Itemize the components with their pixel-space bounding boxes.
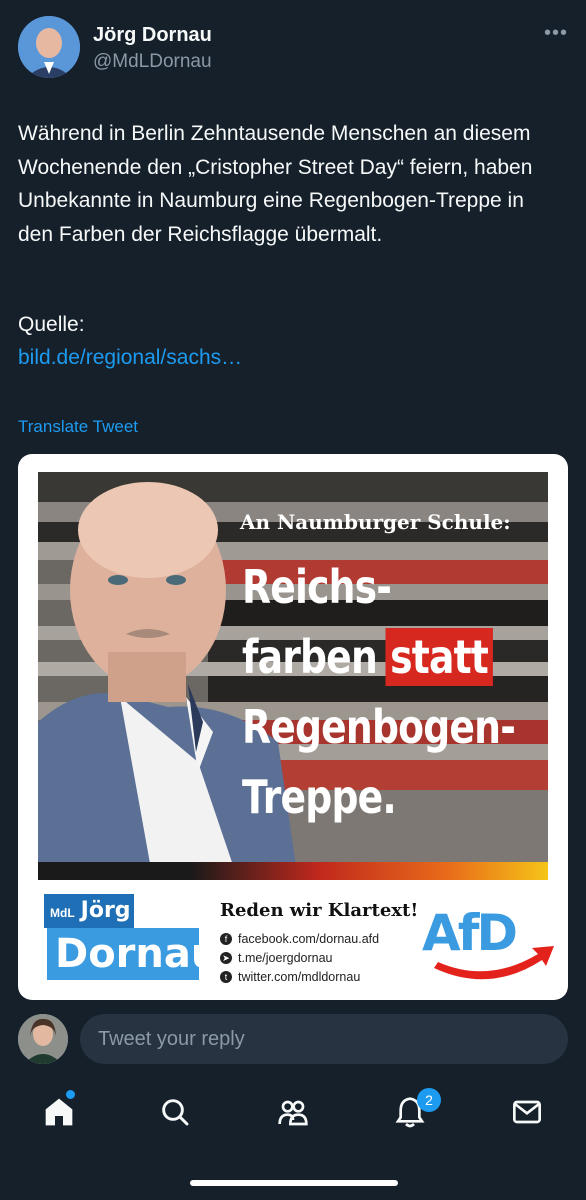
media-headline-statt: statt — [385, 628, 493, 686]
article-link[interactable]: bild.de/regional/sachs… — [18, 346, 242, 370]
mdl-text: MdL — [50, 906, 75, 920]
search-icon[interactable] — [157, 1094, 193, 1130]
first-name-text: Jörg — [80, 898, 131, 923]
claim-text: Reden wir Klartext! — [220, 900, 419, 921]
author-name[interactable]: Jörg Dornau — [93, 24, 212, 47]
communities-icon[interactable] — [275, 1094, 311, 1130]
source-label: Quelle: — [18, 313, 85, 336]
author-avatar[interactable] — [18, 16, 80, 78]
reply-input[interactable] — [80, 1014, 568, 1064]
author-handle[interactable]: @MdLDornau — [93, 51, 212, 73]
messages-icon[interactable] — [509, 1094, 545, 1130]
social-row-twitter: t twitter.com/mdldornau — [220, 968, 379, 986]
last-name-text: Dornau — [47, 928, 219, 980]
media-headline-line-4: Treppe. — [242, 770, 397, 824]
tweet-text: Während in Berlin Zehntausende Menschen … — [18, 122, 539, 246]
translate-tweet-link[interactable]: Translate Tweet — [18, 417, 138, 437]
home-indicator-bar[interactable] — [190, 1180, 398, 1186]
tweet-media-card[interactable]: An Naumburger Schule: Reichs- farben stat… — [18, 454, 568, 1000]
home-icon[interactable] — [41, 1094, 77, 1130]
media-photo: An Naumburger Schule: Reichs- farben stat… — [38, 472, 548, 880]
media-headline-line-3: Regenbogen- — [242, 700, 516, 754]
twitter-icon: t — [220, 971, 232, 983]
mdl-name-logo: MdL Jörg Dornau — [44, 894, 219, 984]
flag-color-bar — [38, 862, 548, 880]
media-headline-line-2: farben statt — [242, 628, 493, 686]
facebook-text: facebook.com/dornau.afd — [238, 932, 380, 946]
notifications-badge: 2 — [417, 1088, 441, 1112]
social-row-facebook: f facebook.com/dornau.afd — [220, 930, 379, 948]
twitter-text: twitter.com/mdldornau — [238, 970, 361, 984]
reply-avatar[interactable] — [18, 1014, 68, 1064]
telegram-icon: ➤ — [220, 952, 232, 964]
mdl-label: MdL Jörg — [44, 894, 134, 928]
more-options-icon[interactable]: ••• — [544, 22, 568, 45]
afd-logo-text: AfD — [422, 904, 515, 962]
social-links: f facebook.com/dornau.afd ➤ t.me/joergdorn… — [220, 930, 379, 987]
media-headline-farben: farben — [242, 630, 378, 684]
afd-logo: AfD — [422, 904, 554, 980]
media-headline-line-1: Reichs- — [242, 560, 392, 614]
telegram-text: t.me/joergdornau — [238, 951, 333, 965]
media-subheadline: An Naumburger Schule: — [240, 510, 511, 534]
facebook-icon: f — [220, 933, 232, 945]
bottom-nav — [0, 1078, 586, 1148]
social-row-telegram: ➤ t.me/joergdornau — [220, 949, 379, 967]
home-new-indicator — [66, 1090, 75, 1099]
tweet-header: Jörg Dornau @MdLDornau ••• — [18, 16, 568, 80]
